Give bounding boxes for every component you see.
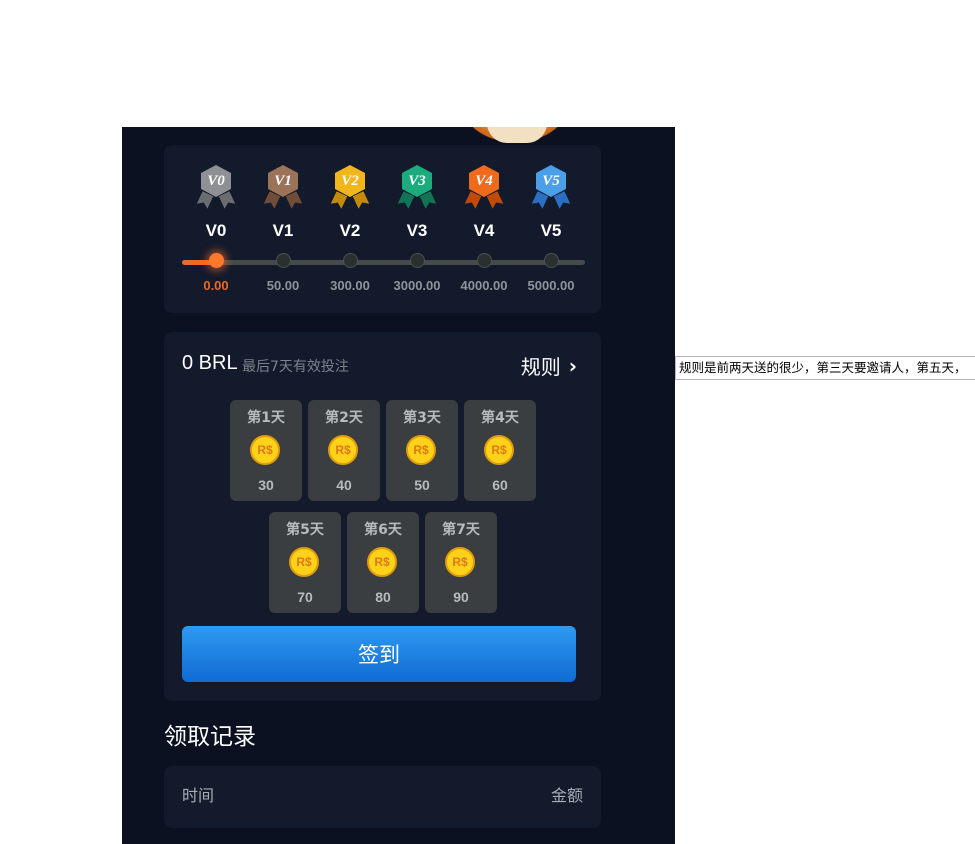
day-reward-card: 第4天 R$ 60 <box>464 400 536 501</box>
day-reward-value: 50 <box>414 477 430 493</box>
vip-level-amount: 0.00 <box>203 278 229 293</box>
records-col-time: 时间 <box>182 786 215 805</box>
day-label: 第7天 <box>442 522 480 538</box>
day-reward-card: 第7天 R$ 90 <box>425 512 497 613</box>
coin-icon: R$ <box>406 435 436 465</box>
rules-tooltip: 规则是前两天送的很少，第三天要邀请人，第五天， <box>675 356 975 380</box>
vip-level-panel: V0 V0 0.00 V1 V1 50.00 V2 V2 300.00 V3 V3 3000.00 V4… <box>164 145 601 313</box>
rules-label: 规则 <box>520 355 561 379</box>
vip-level-amount: 50.00 <box>266 278 300 293</box>
day-reward-value: 40 <box>336 477 352 493</box>
vip-progress-dot <box>209 253 224 268</box>
coin-icon: R$ <box>367 547 397 577</box>
signin-button[interactable]: 签到 <box>182 626 576 682</box>
vip-badge-icon: V0 <box>197 165 235 211</box>
vip-level-label: V0 <box>205 221 227 240</box>
vip-badge-icon: V4 <box>465 165 503 211</box>
vip-level-amount: 5000.00 <box>527 278 575 293</box>
coin-icon: R$ <box>445 547 475 577</box>
day-reward-value: 30 <box>258 477 274 493</box>
vip-badge-icon: V1 <box>264 165 302 211</box>
vip-badge-icon: V5 <box>532 165 570 211</box>
vip-badge-icon: V3 <box>398 165 436 211</box>
day-label: 第1天 <box>247 410 285 426</box>
vip-progress-track <box>182 260 585 265</box>
app-screen: V0 V0 0.00 V1 V1 50.00 V2 V2 300.00 V3 V3 3000.00 V4… <box>122 127 675 844</box>
day-label: 第3天 <box>403 410 441 426</box>
vip-level-label: V3 <box>406 221 428 240</box>
day-reward-value: 70 <box>297 589 313 605</box>
vip-progress-dot <box>477 253 492 268</box>
day-reward-value: 60 <box>492 477 508 493</box>
vip-level-label: V5 <box>540 221 562 240</box>
day-reward-value: 90 <box>453 589 469 605</box>
balance-value: 0 BRL <box>182 352 238 374</box>
day-reward-card: 第5天 R$ 70 <box>269 512 341 613</box>
badge-hex: V0 <box>201 165 231 197</box>
vip-progress-dot <box>410 253 425 268</box>
coin-icon: R$ <box>289 547 319 577</box>
vip-level-label: V1 <box>272 221 294 240</box>
rules-link[interactable]: 规则 › <box>521 351 577 380</box>
day-reward-card: 第6天 R$ 80 <box>347 512 419 613</box>
day-reward-value: 80 <box>375 589 391 605</box>
vip-level-amount: 4000.00 <box>460 278 508 293</box>
day-label: 第4天 <box>481 410 519 426</box>
vip-level-amount: 300.00 <box>330 278 370 293</box>
day-label: 第5天 <box>286 522 324 538</box>
day-label: 第2天 <box>325 410 363 426</box>
records-col-amount: 金额 <box>550 786 583 805</box>
badge-hex: V3 <box>402 165 432 197</box>
vip-badge-icon: V2 <box>331 165 369 211</box>
day-reward-card: 第2天 R$ 40 <box>308 400 380 501</box>
coin-icon: R$ <box>484 435 514 465</box>
badge-hex: V2 <box>335 165 365 197</box>
vip-level-amount: 3000.00 <box>393 278 441 293</box>
coin-icon: R$ <box>250 435 280 465</box>
records-table: 时间 金额 <box>164 766 601 828</box>
day-reward-card: 第1天 R$ 30 <box>230 400 302 501</box>
vip-progress-dot <box>544 253 559 268</box>
vip-progress-dot <box>343 253 358 268</box>
records-title: 领取记录 <box>164 724 256 750</box>
vip-level-label: V2 <box>339 221 361 240</box>
day-reward-card: 第3天 R$ 50 <box>386 400 458 501</box>
vip-level-label: V4 <box>473 221 495 240</box>
signin-panel: 0 BRL 最后7天有效投注 规则 › 签到 第1天 R$ 30 第2天 R$ 40 第3天… <box>164 332 601 701</box>
badge-hex: V5 <box>536 165 566 197</box>
balance-note: 最后7天有效投注 <box>242 359 349 375</box>
day-label: 第6天 <box>364 522 402 538</box>
coin-icon: R$ <box>328 435 358 465</box>
badge-hex: V1 <box>268 165 298 197</box>
badge-hex: V4 <box>469 165 499 197</box>
vip-progress-dot <box>276 253 291 268</box>
chevron-right-icon: › <box>568 353 577 378</box>
